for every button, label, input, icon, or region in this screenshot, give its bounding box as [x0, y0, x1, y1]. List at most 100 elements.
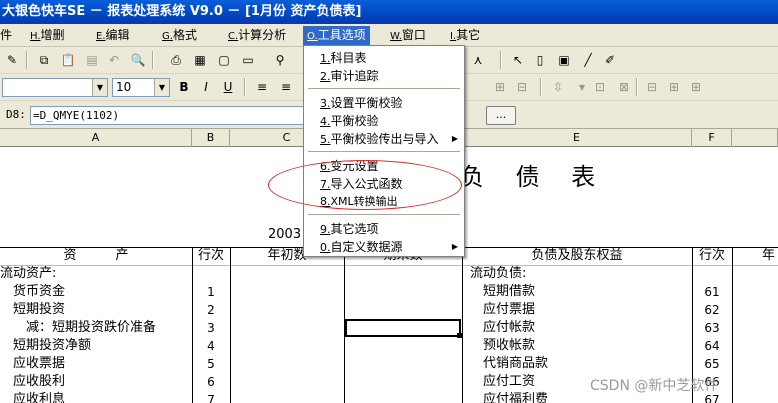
font-size-combo[interactable]: 10 ▼ [112, 78, 170, 97]
selected-cell[interactable] [345, 319, 461, 337]
menu-item-set-balance-check[interactable]: 3.设置平衡校验 [304, 94, 464, 112]
menu-item-custom-data-source[interactable]: 0.自定义数据源 ▶ [304, 238, 464, 256]
line-number[interactable]: 63 [692, 319, 732, 337]
table-row[interactable]: 流动资产: [0, 265, 192, 283]
formula-edit-button[interactable]: ... [486, 106, 516, 125]
align-center-icon[interactable]: ≡ [276, 77, 296, 97]
menu-edit[interactable]: E.编辑 [92, 26, 134, 45]
menu-accel: 3. [320, 97, 331, 110]
table-row[interactable]: 短期投资净额 [0, 337, 192, 355]
menu-accel: 9. [320, 223, 331, 236]
paste-icon[interactable]: 📋 [58, 50, 78, 70]
table-row[interactable]: 短期投资 [0, 301, 192, 319]
table-row[interactable]: 应收票据 [0, 355, 192, 373]
menu-item-account-table[interactable]: 1.科目表 [304, 49, 464, 67]
header-liabilities[interactable]: 负债及股东权益 [462, 247, 692, 265]
menu-calc-analysis[interactable]: C.计算分析 [224, 26, 290, 45]
menu-item-label: 科目表 [330, 51, 367, 65]
edit-icon[interactable]: ✎ [2, 50, 22, 70]
align-left-icon[interactable]: ≡ [252, 77, 272, 97]
fill-handle[interactable] [457, 333, 462, 338]
column-header-g[interactable] [732, 129, 778, 147]
header-assets[interactable]: 资 产 [0, 247, 192, 265]
menu-item-variable-settings[interactable]: 6.变元设置 [304, 157, 464, 175]
table-row[interactable]: 货币资金 [0, 283, 192, 301]
table-row[interactable]: 应收股利 [0, 373, 192, 391]
zoom-icon[interactable]: ⚲ [270, 50, 290, 70]
table-row[interactable]: 预收帐款 [470, 337, 690, 355]
table-row[interactable]: 短期借款 [470, 283, 690, 301]
underline-button[interactable]: U [218, 77, 238, 97]
line-icon[interactable]: ╱ [578, 50, 598, 70]
line-number[interactable]: 3 [192, 319, 230, 337]
column-header-b[interactable]: B [192, 129, 230, 147]
image-icon[interactable]: ▣ [554, 50, 574, 70]
page-setup-icon[interactable]: ▢ [214, 50, 234, 70]
menu-tools-options[interactable]: O.工具选项 [303, 26, 370, 45]
font-name-combo[interactable]: ▼ [2, 78, 108, 97]
menu-format[interactable]: G.格式 [158, 26, 201, 45]
line-number[interactable]: 7 [192, 391, 230, 403]
split-cells-icon[interactable]: ⊟ [512, 77, 532, 97]
chevron-down-icon[interactable]: ▾ [572, 77, 592, 97]
column-header-a[interactable]: A [0, 129, 192, 147]
row-height-icon[interactable]: ⊟ [642, 77, 662, 97]
column-header-f[interactable]: F [692, 129, 732, 147]
header-year-col[interactable]: 年 [762, 247, 778, 265]
resize-icon[interactable]: ⊠ [614, 77, 634, 97]
menu-item-label: 导入公式函数 [330, 177, 403, 191]
merge-cells-icon[interactable]: ⊞ [490, 77, 510, 97]
copy-icon[interactable]: ⧉ [34, 50, 54, 70]
col-width-icon[interactable]: ⊞ [664, 77, 684, 97]
chart-icon[interactable]: ⋏ [468, 50, 488, 70]
menu-file[interactable]: 件 [0, 26, 16, 45]
menu-window[interactable]: W.窗口 [386, 26, 430, 45]
table-row[interactable]: 流动负债: [470, 265, 690, 283]
menu-other[interactable]: I.其它 [446, 26, 484, 45]
line-number[interactable]: 61 [692, 283, 732, 301]
text-box-icon[interactable]: ▯ [530, 50, 550, 70]
menu-item-balance-export-import[interactable]: 5.平衡校验传出与导入 ▶ [304, 130, 464, 148]
layout-icon[interactable]: ▭ [238, 50, 258, 70]
table-row[interactable]: 代销商品款 [470, 355, 690, 373]
line-number[interactable]: 65 [692, 355, 732, 373]
submenu-arrow-icon: ▶ [451, 134, 458, 143]
header-line-no-2[interactable]: 行次 [692, 247, 732, 265]
table-row[interactable]: 应收利息 [0, 391, 192, 403]
insert-row-icon[interactable]: ⇳ [548, 77, 568, 97]
undo-icon[interactable]: ↶ [104, 50, 124, 70]
menu-item-import-formula-functions[interactable]: 7.导入公式函数 [304, 175, 464, 193]
bold-button[interactable]: B [174, 77, 194, 97]
line-number[interactable]: 2 [192, 301, 230, 319]
line-number[interactable]: 6 [192, 373, 230, 391]
menu-item-audit-trail[interactable]: 2.审计追踪 [304, 67, 464, 85]
table-row[interactable]: 应付票据 [470, 301, 690, 319]
pointer-icon[interactable]: ↖ [508, 50, 528, 70]
line-number[interactable]: 64 [692, 337, 732, 355]
menu-insert-delete[interactable]: H.增删 [26, 26, 69, 45]
pen-icon[interactable]: ✐ [600, 50, 620, 70]
menu-item-label: 平衡校验 [330, 114, 379, 128]
distribute-icon[interactable]: ⊡ [590, 77, 610, 97]
print-preview-icon[interactable]: ▦ [190, 50, 210, 70]
line-number[interactable]: 4 [192, 337, 230, 355]
menu-label: 格式 [172, 28, 197, 42]
table-row[interactable]: 应付帐款 [470, 319, 690, 337]
italic-button[interactable]: I [196, 77, 216, 97]
menu-item-balance-check[interactable]: 4.平衡校验 [304, 112, 464, 130]
table-row[interactable]: 减：短期投资跌价准备 [0, 319, 192, 337]
header-line-no[interactable]: 行次 [192, 247, 230, 265]
column-header-e[interactable]: E [462, 129, 692, 147]
menu-item-other-options[interactable]: 9.其它选项 [304, 220, 464, 238]
chevron-down-icon[interactable]: ▼ [154, 79, 169, 96]
line-number[interactable]: 5 [192, 355, 230, 373]
clipboard-icon[interactable]: ▤ [82, 50, 102, 70]
menu-item-xml-export[interactable]: 8.XML转换输出 [304, 193, 464, 211]
line-number[interactable]: 1 [192, 283, 230, 301]
line-number[interactable]: 62 [692, 301, 732, 319]
grid-line [462, 247, 463, 403]
chevron-down-icon[interactable]: ▼ [92, 79, 107, 96]
find-icon[interactable]: 🔍 [128, 50, 148, 70]
grid-icon[interactable]: ⊞ [686, 77, 706, 97]
print-icon[interactable]: ⎙ [166, 50, 186, 70]
